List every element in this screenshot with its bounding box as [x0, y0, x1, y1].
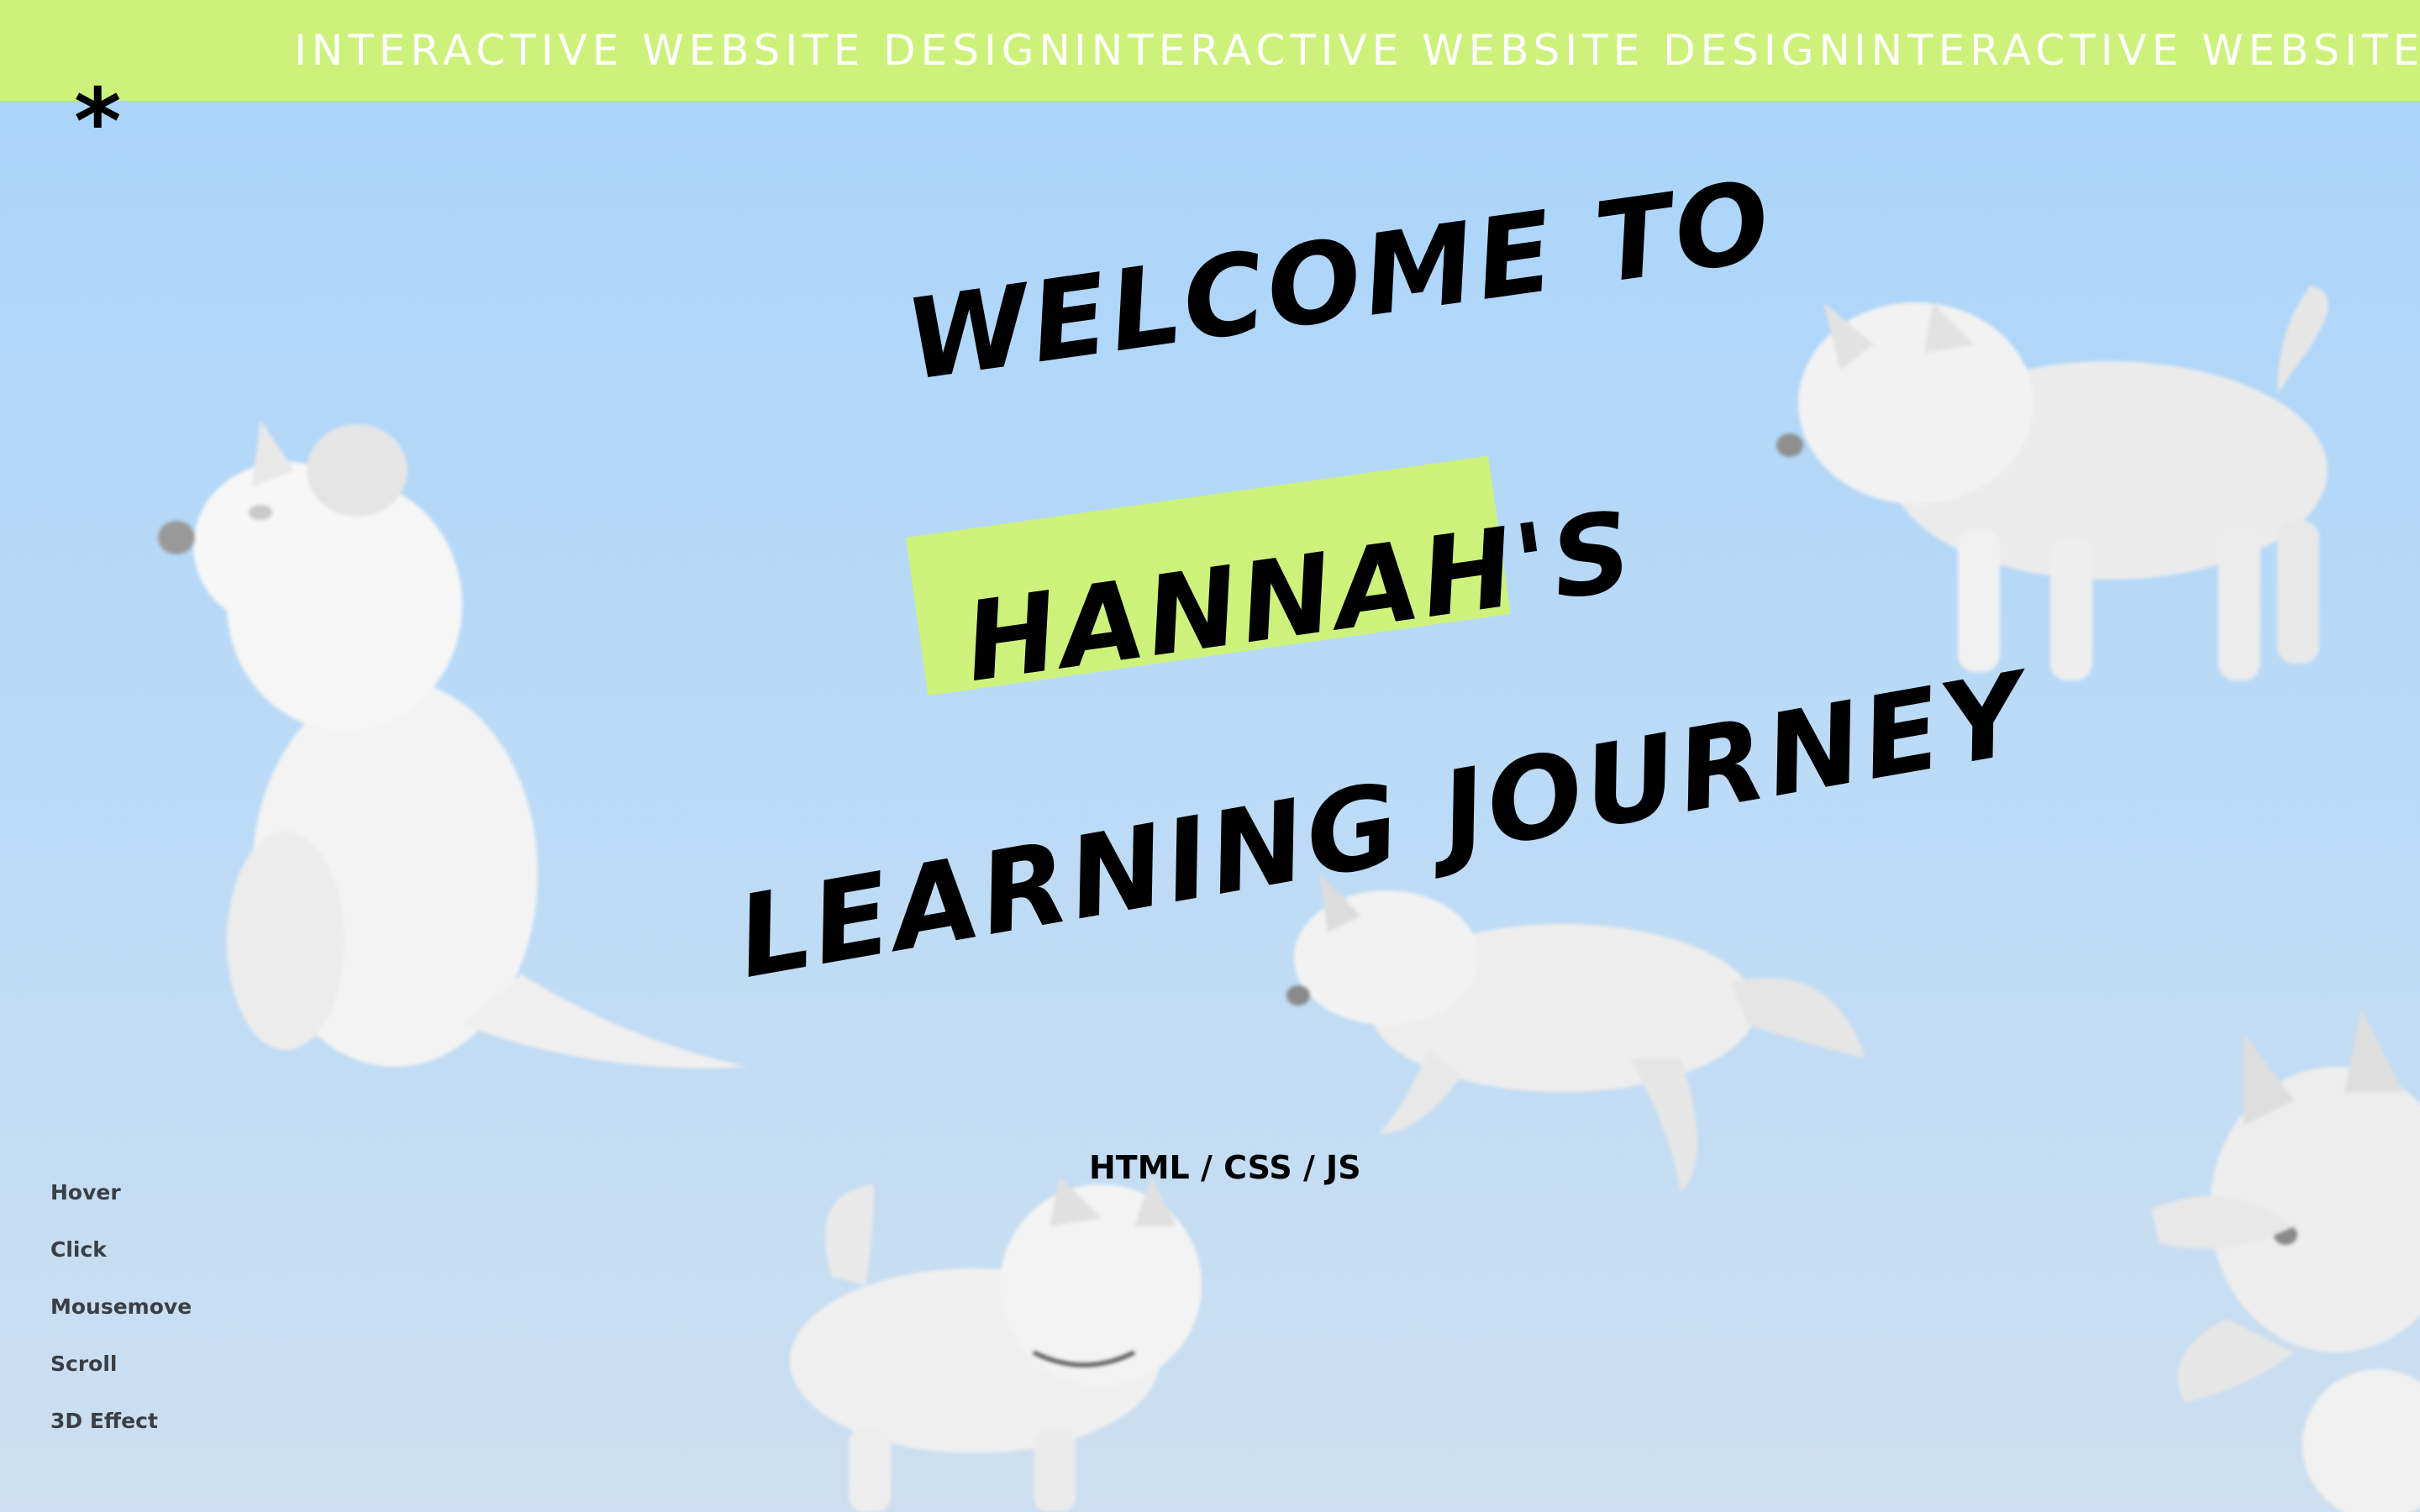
dog-jumping-image [1277, 857, 1882, 1210]
marquee-banner: INTERACTIVE WEBSITE DESIGN INTERACTIVE W… [0, 0, 2420, 101]
hero-heading-welcome: WELCOME TO [898, 156, 1781, 407]
nav-item-mousemove[interactable]: Mousemove [50, 1290, 192, 1347]
asterisk-icon[interactable]: * [74, 77, 121, 168]
dog-pouncing-right-image [2126, 1000, 2420, 1512]
dog-walking-bottom-image [781, 1159, 1235, 1512]
dog-sitting-image [158, 353, 765, 1092]
nav-item-scroll[interactable]: Scroll [50, 1347, 192, 1404]
marquee-item: INTERACTIVE WEBSITE DESIGN [294, 26, 1076, 75]
side-nav: Hover Click Mousemove Scroll 3D Effect [50, 1176, 192, 1462]
marquee-item: INTERACTIVE WEBSITE DESIGN [1074, 26, 1855, 75]
nav-item-3d-effect[interactable]: 3D Effect [50, 1404, 192, 1462]
marquee-track: INTERACTIVE WEBSITE DESIGN INTERACTIVE W… [294, 0, 2420, 101]
nav-item-click[interactable]: Click [50, 1233, 192, 1290]
tech-stack-subtitle: HTML / CSS / JS [1089, 1149, 1361, 1186]
nav-item-hover[interactable]: Hover [50, 1176, 192, 1233]
marquee-item: INTERACTIVE WEBSITE DESIGN [1854, 26, 2420, 75]
dog-standing-right-image [1773, 277, 2353, 714]
